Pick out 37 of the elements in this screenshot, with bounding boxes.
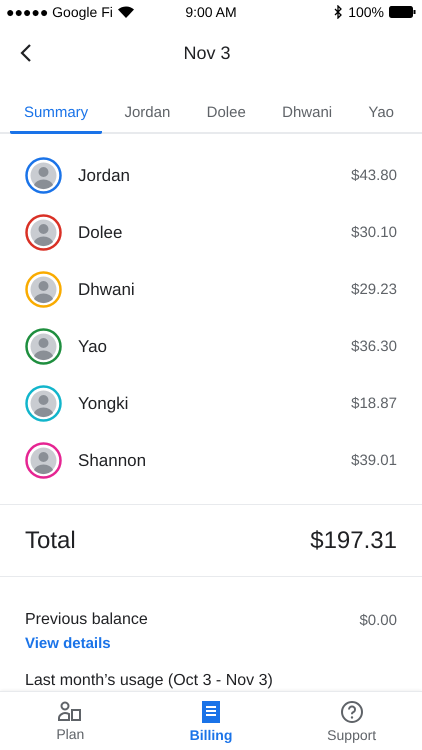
- tab[interactable]: Dhwani: [268, 94, 346, 134]
- member-amount: $43.80: [351, 167, 397, 184]
- total-label: Total: [25, 526, 76, 554]
- nav-tab[interactable]: Billing: [140, 692, 282, 750]
- tab[interactable]: Jordan: [110, 94, 184, 134]
- tab[interactable]: Summary: [10, 94, 102, 134]
- wifi-icon: [118, 6, 134, 18]
- carrier-label: ●●●●● Google Fi: [6, 4, 113, 20]
- previous-balance-amount: $0.00: [359, 612, 397, 628]
- member-name: Dhwani: [78, 280, 136, 300]
- back-icon[interactable]: [20, 43, 32, 63]
- page-title: Nov 3: [182, 42, 232, 64]
- member-amount: $30.10: [351, 224, 397, 241]
- member-amount: $36.30: [351, 338, 397, 355]
- member-name: Yao: [78, 336, 108, 356]
- person-icon: [58, 700, 82, 722]
- battery-icon: [389, 6, 416, 18]
- receipt-icon: [201, 700, 221, 724]
- battery-percent: 100%: [348, 4, 384, 20]
- total-amount: $197.31: [310, 526, 397, 554]
- member-name: Dolee: [78, 222, 124, 242]
- member-name: Shannon: [78, 450, 148, 470]
- nav-tab[interactable]: Support: [281, 692, 422, 750]
- view-details-link[interactable]: View details: [25, 635, 111, 652]
- bluetooth-icon: [334, 5, 344, 19]
- member-amount: $39.01: [351, 452, 397, 469]
- help-icon: [340, 700, 364, 724]
- member-amount: $18.87: [351, 395, 397, 412]
- member-amount: $29.23: [351, 281, 397, 298]
- usage-heading: Last month’s usage (Oct 3 - Nov 3): [24, 671, 274, 690]
- tab[interactable]: Yao: [354, 94, 408, 134]
- clock-time: 9:00 AM: [185, 4, 237, 20]
- member-name: Jordan: [78, 166, 131, 186]
- member-name: Yongki: [78, 394, 130, 414]
- previous-balance-label: Previous balance: [25, 611, 148, 629]
- tab[interactable]: Dolee: [192, 94, 260, 134]
- nav-tab[interactable]: Plan: [0, 692, 141, 750]
